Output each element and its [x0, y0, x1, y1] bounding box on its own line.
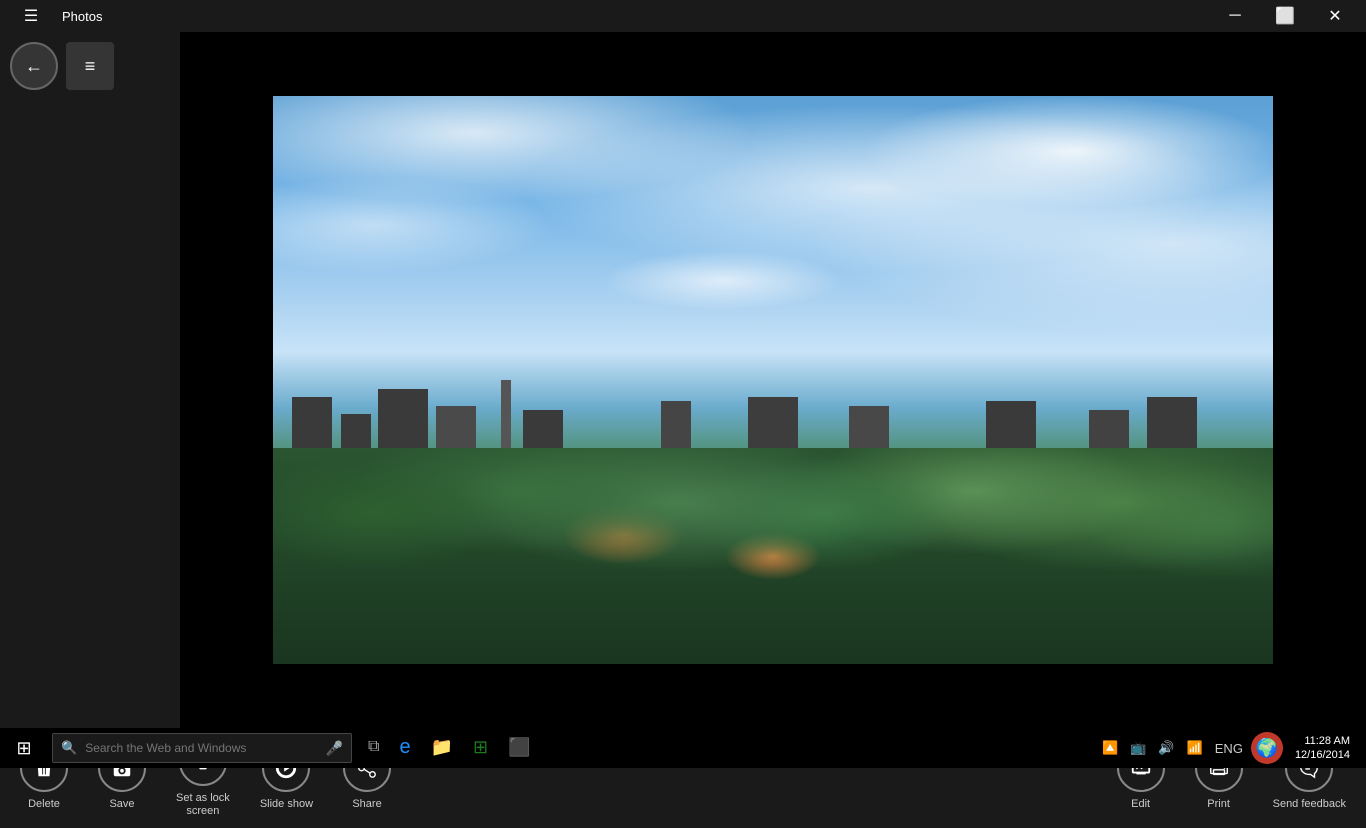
app-title: Photos: [62, 9, 102, 24]
window-controls: ─ ⬜ ✕: [1212, 0, 1358, 32]
display-icon[interactable]: 📺: [1126, 740, 1150, 756]
user-avatar[interactable]: 🌍: [1251, 732, 1283, 764]
excel-icon: ⊞: [473, 737, 488, 758]
edge-browser-button[interactable]: e: [391, 728, 418, 768]
start-button[interactable]: ⊞: [0, 728, 48, 768]
search-bar[interactable]: 🔍 🎤: [52, 733, 352, 763]
folder-icon: 📁: [431, 737, 453, 758]
minimize-button[interactable]: ─: [1212, 0, 1258, 32]
title-bar: ☰ Photos ─ ⬜ ✕: [0, 0, 1366, 32]
file-explorer-button[interactable]: 📁: [423, 728, 461, 768]
slide-show-label: Slide show: [260, 798, 313, 811]
back-icon: ←: [25, 56, 43, 77]
audio-icon[interactable]: 🔊: [1154, 740, 1178, 756]
taskbar-right: 🔼 📺 🔊 📶 ENG 🌍 11:28 AM 12/16/2014: [1098, 732, 1366, 764]
system-clock[interactable]: 11:28 AM 12/16/2014: [1287, 734, 1358, 763]
edge-icon: e: [399, 736, 410, 759]
photo-image: [273, 96, 1273, 664]
share-label: Share: [352, 798, 381, 811]
task-view-button[interactable]: ⧉: [360, 728, 387, 768]
save-label: Save: [109, 798, 134, 811]
edit-label: Edit: [1131, 798, 1150, 811]
trees-layer: [273, 448, 1273, 664]
hamburger-icon: ☰: [24, 6, 38, 26]
windows-icon: ⊞: [16, 738, 31, 759]
top-buttons: ← ≡: [10, 42, 170, 90]
app5-button[interactable]: ⬛: [500, 728, 538, 768]
search-input[interactable]: [85, 741, 317, 755]
app5-icon: ⬛: [508, 737, 530, 758]
network-icon[interactable]: 🔼: [1098, 740, 1122, 756]
menu-icon: ≡: [85, 56, 96, 77]
search-icon: 🔍: [61, 740, 77, 756]
network-status-icon[interactable]: 📶: [1183, 740, 1207, 756]
left-panel: ← ≡: [0, 32, 180, 728]
photo-area: [180, 32, 1366, 728]
taskbar-app-icons: ⧉ e 📁 ⊞ ⬛: [360, 728, 539, 768]
excel-button[interactable]: ⊞: [465, 728, 496, 768]
microphone-icon: 🎤: [326, 740, 343, 757]
clock-time: 11:28 AM: [1295, 734, 1350, 748]
avatar-icon: 🌍: [1256, 738, 1278, 759]
photo-container: [273, 96, 1273, 664]
send-feedback-label: Send feedback: [1273, 798, 1346, 811]
set-lock-screen-label: Set as lockscreen: [176, 792, 230, 818]
close-button[interactable]: ✕: [1312, 0, 1358, 32]
back-button[interactable]: ←: [10, 42, 58, 90]
hamburger-menu-button[interactable]: ☰: [8, 0, 54, 32]
clock-date: 12/16/2014: [1295, 748, 1350, 762]
close-icon: ✕: [1328, 6, 1341, 26]
taskbar: ⊞ 🔍 🎤 ⧉ e 📁 ⊞ ⬛ 🔼 📺 🔊 📶 ENG 🌍 1: [0, 728, 1366, 768]
language-label[interactable]: ENG: [1211, 741, 1247, 756]
task-view-icon: ⧉: [368, 738, 379, 756]
menu-button[interactable]: ≡: [66, 42, 114, 90]
maximize-icon: ⬜: [1275, 6, 1295, 26]
minimize-icon: ─: [1229, 7, 1240, 25]
app-content: ← ≡: [0, 32, 1366, 728]
maximize-button[interactable]: ⬜: [1262, 0, 1308, 32]
titlebar-left: ☰ Photos: [8, 0, 102, 32]
delete-label: Delete: [28, 798, 60, 811]
print-label: Print: [1207, 798, 1230, 811]
